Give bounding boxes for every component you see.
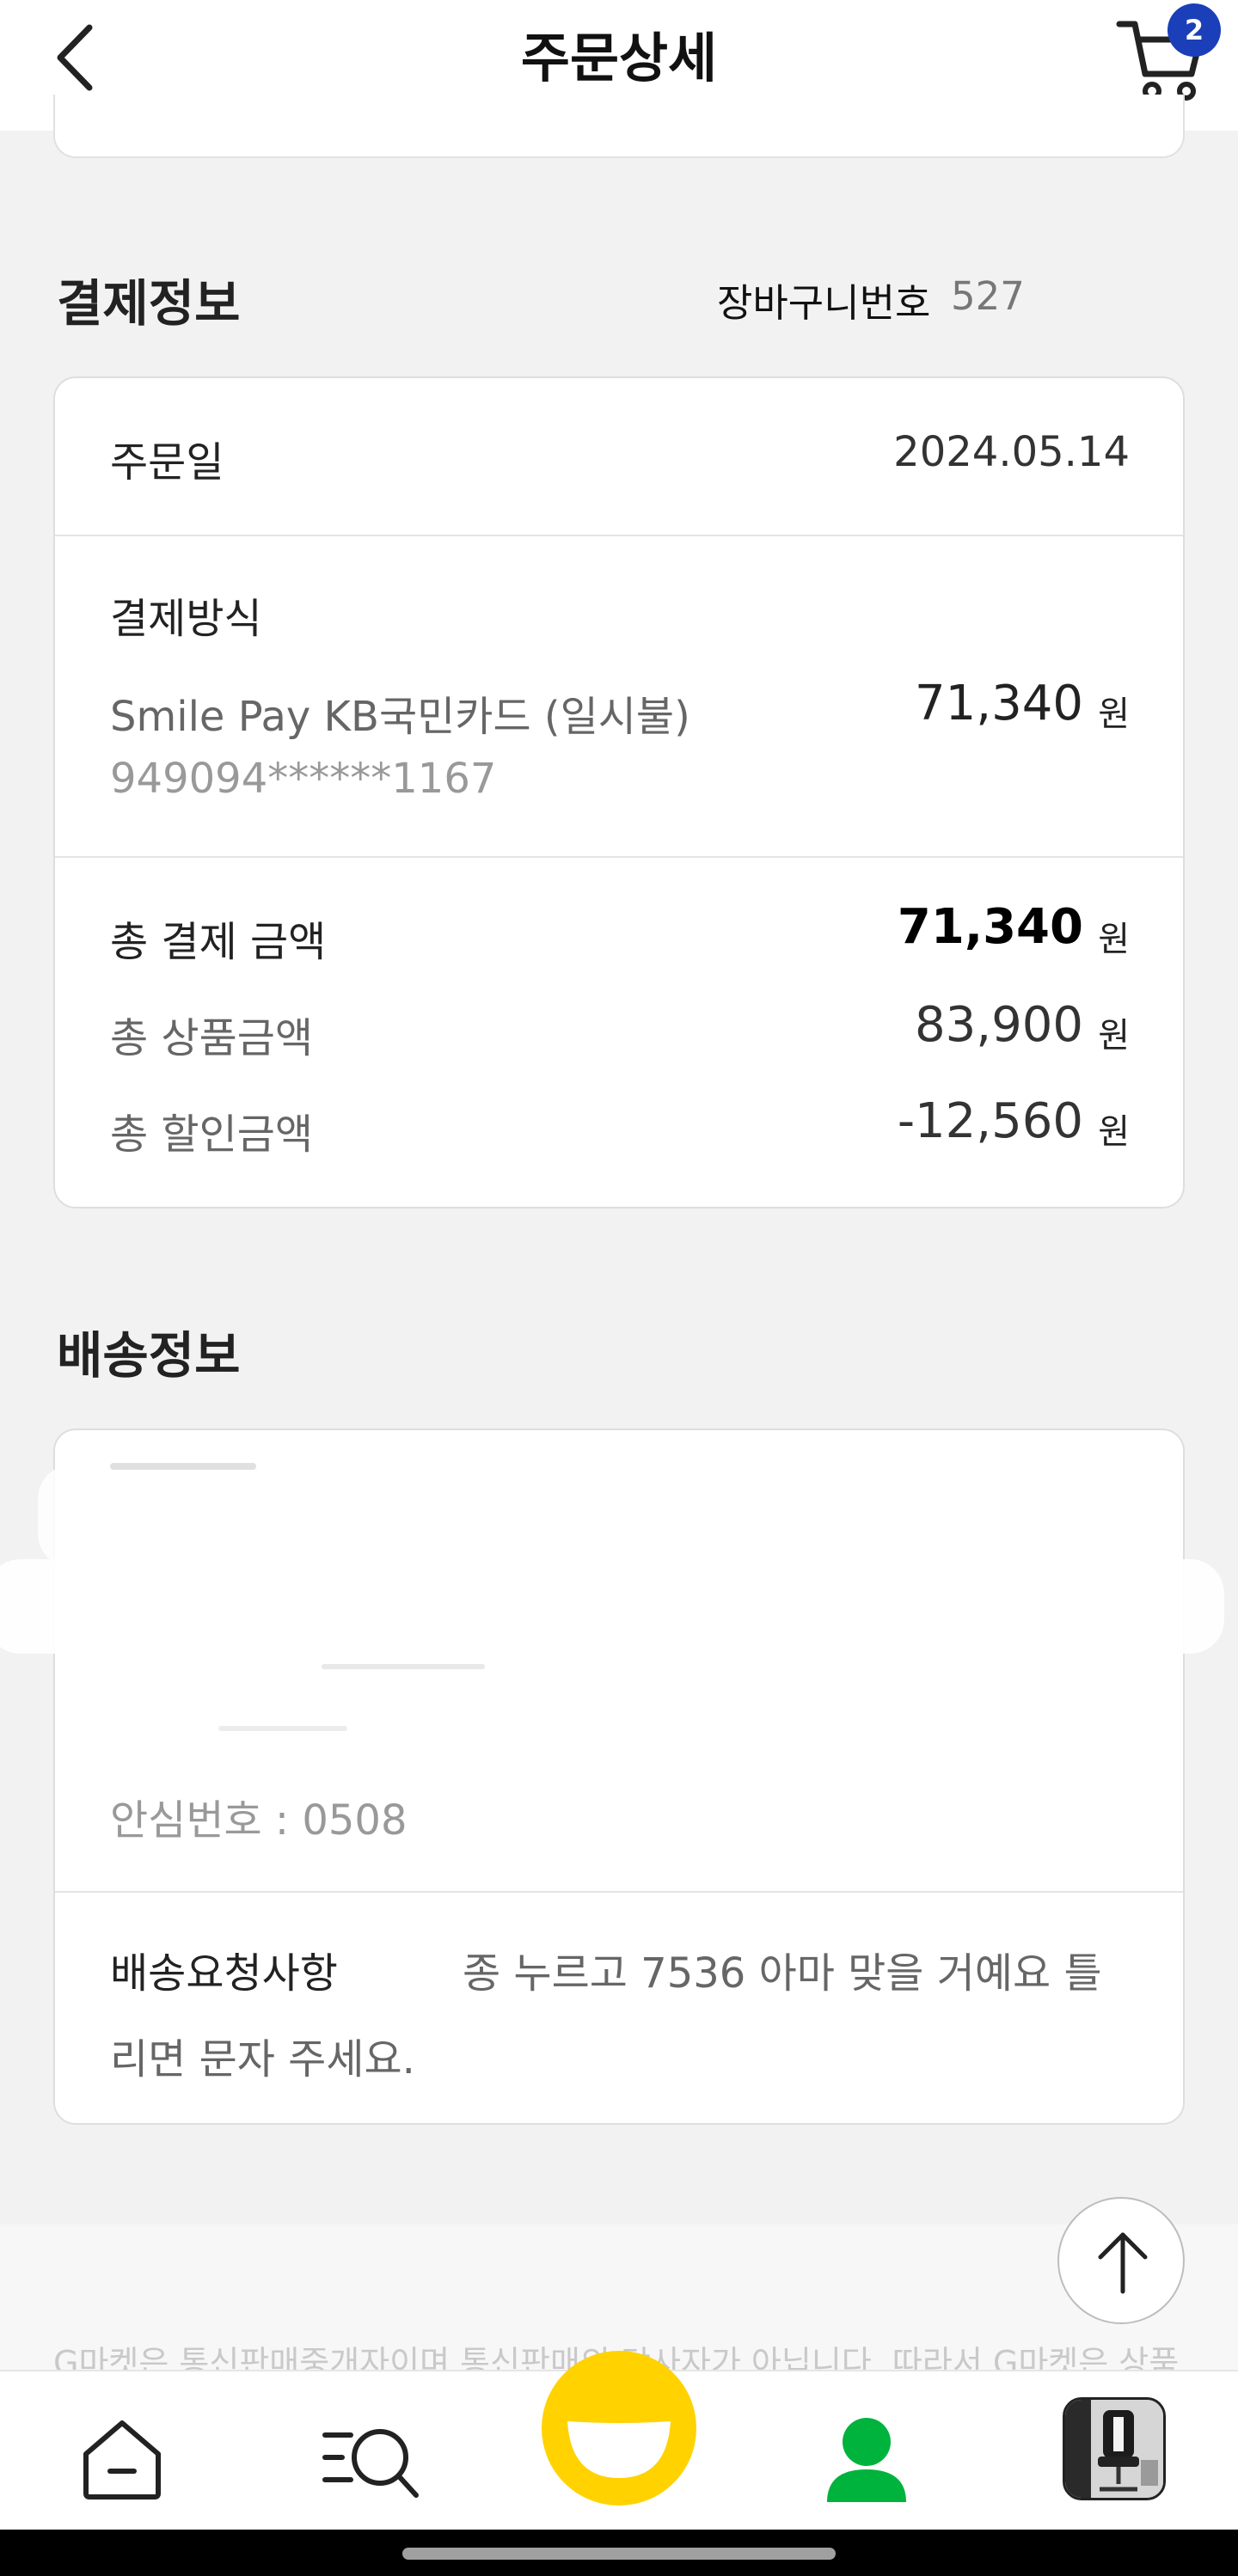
- redaction-smudge: [110, 1463, 256, 1470]
- home-gesture-indicator[interactable]: [402, 2548, 836, 2560]
- bottom-navigation: [0, 2351, 1238, 2530]
- currency-unit: 원: [1098, 920, 1130, 959]
- payment-info-card: 주문일 2024.05.14 결제방식 Smile Pay KB국민카드 (일시…: [53, 376, 1185, 1208]
- nav-home[interactable]: [79, 2416, 165, 2502]
- nav-recent-item[interactable]: [1063, 2397, 1166, 2500]
- nav-my-page[interactable]: [824, 2414, 910, 2504]
- cart-number-label: 장바구니번호: [717, 280, 931, 326]
- currency-unit: 원: [1098, 1112, 1130, 1152]
- total-product-label: 총 상품금액: [110, 1014, 314, 1062]
- page-title: 주문상세: [520, 27, 718, 89]
- person-icon: [827, 2418, 906, 2502]
- divider: [55, 856, 1183, 858]
- delivery-request-label: 배송요청사항: [110, 1949, 338, 1998]
- cart-count-badge: 2: [1168, 3, 1221, 57]
- redacted-address: [0, 1559, 1224, 1654]
- order-date-label: 주문일: [110, 438, 224, 486]
- delivery-info-card: 안심번호 : 0508 배송요청사항 종 누르고 7536 아마 맞을 거예요 …: [0, 1429, 1224, 2125]
- payment-method-amount: 71,340: [915, 676, 1083, 731]
- payment-section-title: 결제정보: [57, 274, 241, 333]
- redaction-smudge: [218, 1726, 347, 1731]
- delivery-section-title: 배송정보: [57, 1326, 241, 1385]
- smile-icon: [542, 2351, 696, 2506]
- total-discount-value: -12,560: [897, 1093, 1083, 1149]
- divider: [55, 1891, 1183, 1893]
- redaction-smudge: [322, 1664, 485, 1669]
- arrow-up-icon: [1098, 2232, 1148, 2294]
- currency-unit: 원: [1098, 694, 1130, 734]
- payment-method-label: 결제방식: [110, 595, 262, 643]
- total-payment-value: 71,340: [897, 899, 1083, 955]
- cart-number-value: 527: [951, 273, 1025, 319]
- home-icon: [83, 2420, 161, 2500]
- menu-search-icon: [322, 2429, 419, 2498]
- gaming-chair-thumbnail: [1065, 2400, 1163, 2498]
- nav-category-search[interactable]: [320, 2416, 423, 2502]
- currency-unit: 원: [1098, 1016, 1130, 1055]
- payment-method-name: Smile Pay KB국민카드 (일시불): [110, 693, 690, 741]
- total-discount-label: 총 할인금액: [110, 1111, 314, 1159]
- redacted-recipient: [38, 1465, 365, 1568]
- total-product-value: 83,900: [915, 997, 1083, 1053]
- order-date-value: 2024.05.14: [893, 428, 1130, 476]
- total-payment-label: 총 결제 금액: [110, 918, 327, 966]
- card-number: 949094******1167: [110, 755, 497, 803]
- delivery-request-text: 종 누르고 7536 아마 맞을 거예요 틀: [463, 1949, 1102, 1998]
- scroll-to-top-button[interactable]: [1057, 2197, 1185, 2324]
- nav-smile[interactable]: [540, 2349, 698, 2507]
- safe-number: 안심번호 : 0508: [110, 1796, 408, 1845]
- divider: [55, 535, 1183, 536]
- previous-card-edge: [53, 95, 1185, 158]
- delivery-request-text-continued: 리면 문자 주세요.: [110, 2035, 415, 2083]
